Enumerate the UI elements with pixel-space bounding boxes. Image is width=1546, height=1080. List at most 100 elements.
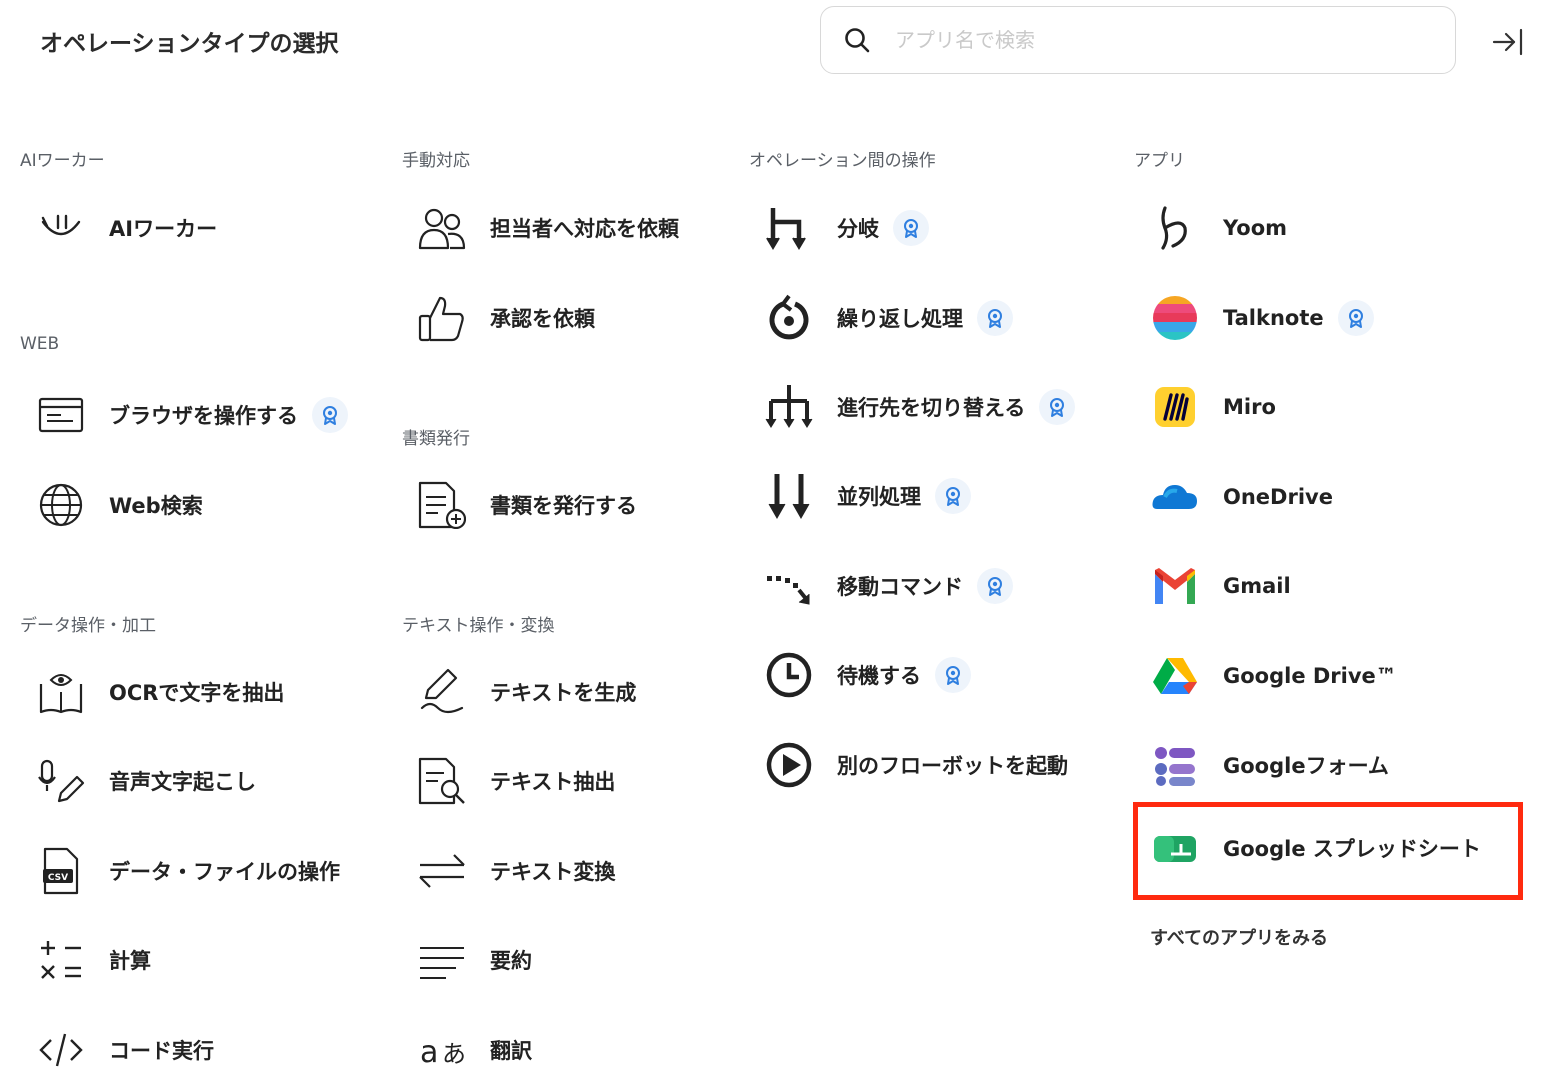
item-label: AIワーカー <box>109 217 218 241</box>
clock-icon <box>765 651 813 699</box>
item-convert-text[interactable]: テキスト変換 <box>418 841 615 901</box>
item-label: 繰り返し処理 <box>837 307 963 331</box>
section-ai-worker: AIワーカー <box>20 151 105 171</box>
play-circle-icon <box>765 741 813 789</box>
csv-file-icon: CSV <box>37 847 85 895</box>
section-web: WEB <box>20 334 60 354</box>
item-label: ブラウザを操作する <box>109 404 298 428</box>
pen-writing-icon <box>418 668 466 716</box>
item-ocr[interactable]: OCRで文字を抽出 <box>37 662 284 722</box>
item-label: OneDrive <box>1223 485 1333 509</box>
item-label: コード実行 <box>109 1039 214 1063</box>
premium-badge-icon <box>1337 300 1374 336</box>
item-label: 計算 <box>109 949 151 973</box>
svg-text:a: a <box>420 1035 438 1070</box>
item-branch[interactable]: 分岐 <box>765 198 929 258</box>
premium-badge-icon <box>893 210 929 246</box>
branch-icon <box>765 204 813 252</box>
people-icon <box>418 204 466 252</box>
miro-logo-icon <box>1151 383 1199 431</box>
item-label: テキストを生成 <box>490 681 637 705</box>
section-apps: アプリ <box>1134 151 1185 171</box>
app-google-form[interactable]: Googleフォーム <box>1151 735 1389 795</box>
item-label: 承認を依頼 <box>490 307 595 331</box>
translate-icon: aあ <box>418 1026 466 1074</box>
item-label: Google Drive™ <box>1223 664 1397 688</box>
item-label: 翻訳 <box>490 1039 532 1063</box>
app-talknote[interactable]: Talknote <box>1151 288 1374 348</box>
item-label: 並列処理 <box>837 485 921 509</box>
app-onedrive[interactable]: OneDrive <box>1151 467 1333 527</box>
gmail-logo-icon <box>1151 562 1199 610</box>
item-label: Web検索 <box>109 494 203 518</box>
code-icon <box>37 1026 85 1074</box>
item-label: 分岐 <box>837 217 879 241</box>
microphone-pen-icon <box>37 757 85 805</box>
item-label: Googleフォーム <box>1223 754 1389 778</box>
section-manual: 手動対応 <box>402 151 470 171</box>
item-transcribe[interactable]: 音声文字起こし <box>37 751 256 811</box>
parallel-arrows-icon <box>765 472 813 520</box>
document-add-icon <box>418 481 466 529</box>
globe-icon <box>37 481 85 529</box>
item-label: 待機する <box>837 664 921 688</box>
section-flow-ops: オペレーション間の操作 <box>749 151 936 171</box>
section-documents: 書類発行 <box>402 429 470 449</box>
talknote-logo-icon <box>1151 294 1199 342</box>
item-move-command[interactable]: 移動コマンド <box>765 556 1013 616</box>
item-browser[interactable]: ブラウザを操作する <box>37 385 348 445</box>
item-label: テキスト抽出 <box>490 770 616 794</box>
document-search-icon <box>418 757 466 805</box>
item-web-search[interactable]: Web検索 <box>37 475 203 535</box>
svg-text:あ: あ <box>442 1040 466 1068</box>
section-data-ops: データ操作・加工 <box>20 616 156 636</box>
item-translate[interactable]: aあ 翻訳 <box>418 1020 532 1080</box>
item-request-approval[interactable]: 承認を依頼 <box>418 288 595 348</box>
search-icon <box>845 28 870 53</box>
item-issue-document[interactable]: 書類を発行する <box>418 475 637 535</box>
page-title: オペレーションタイプの選択 <box>40 31 339 57</box>
ai-worker-icon <box>37 204 85 252</box>
item-label: テキスト変換 <box>490 860 616 884</box>
item-label: Miro <box>1223 395 1276 419</box>
item-switch-path[interactable]: 進行先を切り替える <box>765 377 1076 437</box>
item-label: 要約 <box>490 949 532 973</box>
item-calc[interactable]: 計算 <box>37 930 151 990</box>
thumbs-up-icon <box>418 294 466 342</box>
item-label: OCRで文字を抽出 <box>109 681 285 705</box>
item-label: Talknote <box>1223 306 1324 330</box>
item-label: 音声文字起こし <box>109 770 256 794</box>
item-label: Gmail <box>1223 574 1291 598</box>
app-google-drive[interactable]: Google Drive™ <box>1151 646 1397 706</box>
item-parallel[interactable]: 並列処理 <box>765 466 971 526</box>
svg-text:CSV: CSV <box>48 873 68 883</box>
item-summarize[interactable]: 要約 <box>418 930 532 990</box>
collapse-panel-icon[interactable] <box>1490 24 1526 60</box>
app-gmail[interactable]: Gmail <box>1151 556 1291 616</box>
item-loop[interactable]: 繰り返し処理 <box>765 288 1013 348</box>
premium-badge-icon <box>935 657 971 693</box>
calculator-symbols-icon <box>37 936 85 984</box>
app-miro[interactable]: Miro <box>1151 377 1276 437</box>
item-request-assignee[interactable]: 担当者へ対応を依頼 <box>418 198 679 258</box>
item-generate-text[interactable]: テキストを生成 <box>418 662 636 722</box>
item-extract-text[interactable]: テキスト抽出 <box>418 751 615 811</box>
item-label: 担当者へ対応を依頼 <box>490 217 679 241</box>
item-start-flowbot[interactable]: 別のフローボットを起動 <box>765 735 1068 795</box>
item-label: Yoom <box>1223 216 1288 240</box>
premium-badge-icon <box>977 568 1013 604</box>
selection-highlight <box>1133 802 1523 900</box>
item-code[interactable]: コード実行 <box>37 1020 214 1080</box>
app-search-box[interactable] <box>820 6 1456 74</box>
premium-badge-icon <box>935 478 971 514</box>
browser-window-icon <box>37 391 85 439</box>
item-ai-worker[interactable]: AIワーカー <box>37 198 217 258</box>
premium-badge-icon <box>977 300 1013 336</box>
item-label: 移動コマンド <box>837 575 963 599</box>
see-all-apps-link[interactable]: すべてのアプリをみる <box>1150 924 1328 950</box>
search-input[interactable] <box>893 27 1417 53</box>
swap-arrows-icon <box>418 847 466 895</box>
item-wait[interactable]: 待機する <box>765 645 971 705</box>
app-yoom[interactable]: Yoom <box>1151 198 1287 258</box>
item-data-file[interactable]: CSV データ・ファイルの操作 <box>37 841 340 901</box>
